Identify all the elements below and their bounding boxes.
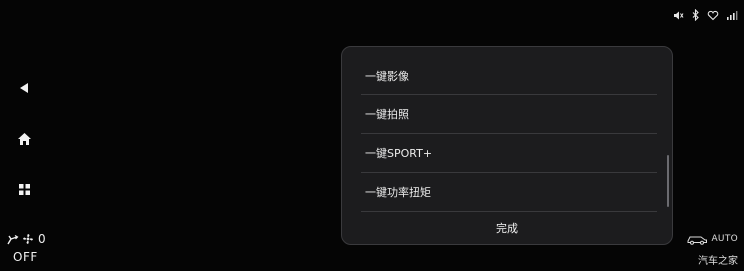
status-bar <box>673 5 738 25</box>
app-grid-icon <box>18 183 30 195</box>
signal-icon <box>726 10 738 21</box>
climate-status: OFF <box>13 250 38 264</box>
list-item[interactable]: 一键SPORT+ <box>361 134 657 173</box>
heart-icon[interactable] <box>707 10 719 21</box>
car-infotainment-screen: 0 OFF AUTO 汽车之家 一键影像 一键拍照 一键SPORT+ 一键功率扭… <box>0 0 744 271</box>
fan-level: 0 <box>38 232 46 246</box>
auto-hold-button[interactable]: AUTO <box>686 233 738 245</box>
list-item[interactable]: 一键拍照 <box>361 95 657 134</box>
scrollbar[interactable] <box>667 155 669 207</box>
auto-label: AUTO <box>711 234 738 244</box>
shortcut-panel: 一键影像 一键拍照 一键SPORT+ 一键功率扭矩 完成 <box>341 46 673 245</box>
car-hold-icon <box>687 236 708 245</box>
watermark-logo: 汽车之家 <box>698 256 738 267</box>
done-button[interactable]: 完成 <box>480 216 534 240</box>
home-button[interactable] <box>12 127 36 151</box>
bluetooth-icon[interactable] <box>691 9 700 21</box>
climate-control[interactable]: 0 OFF <box>6 230 56 264</box>
fan-icon <box>23 234 33 244</box>
list-item[interactable]: 一键影像 <box>361 47 657 95</box>
mute-speaker-icon[interactable] <box>673 10 684 21</box>
back-triangle-icon <box>20 83 28 93</box>
list-item[interactable]: 一键功率扭矩 <box>361 173 657 212</box>
home-icon <box>17 133 31 145</box>
app-grid-button[interactable] <box>12 177 36 201</box>
back-button[interactable] <box>12 76 36 100</box>
panel-footer: 完成 <box>342 211 672 244</box>
airflow-icon <box>7 234 19 244</box>
shortcut-list: 一键影像 一键拍照 一键SPORT+ 一键功率扭矩 <box>361 47 657 212</box>
